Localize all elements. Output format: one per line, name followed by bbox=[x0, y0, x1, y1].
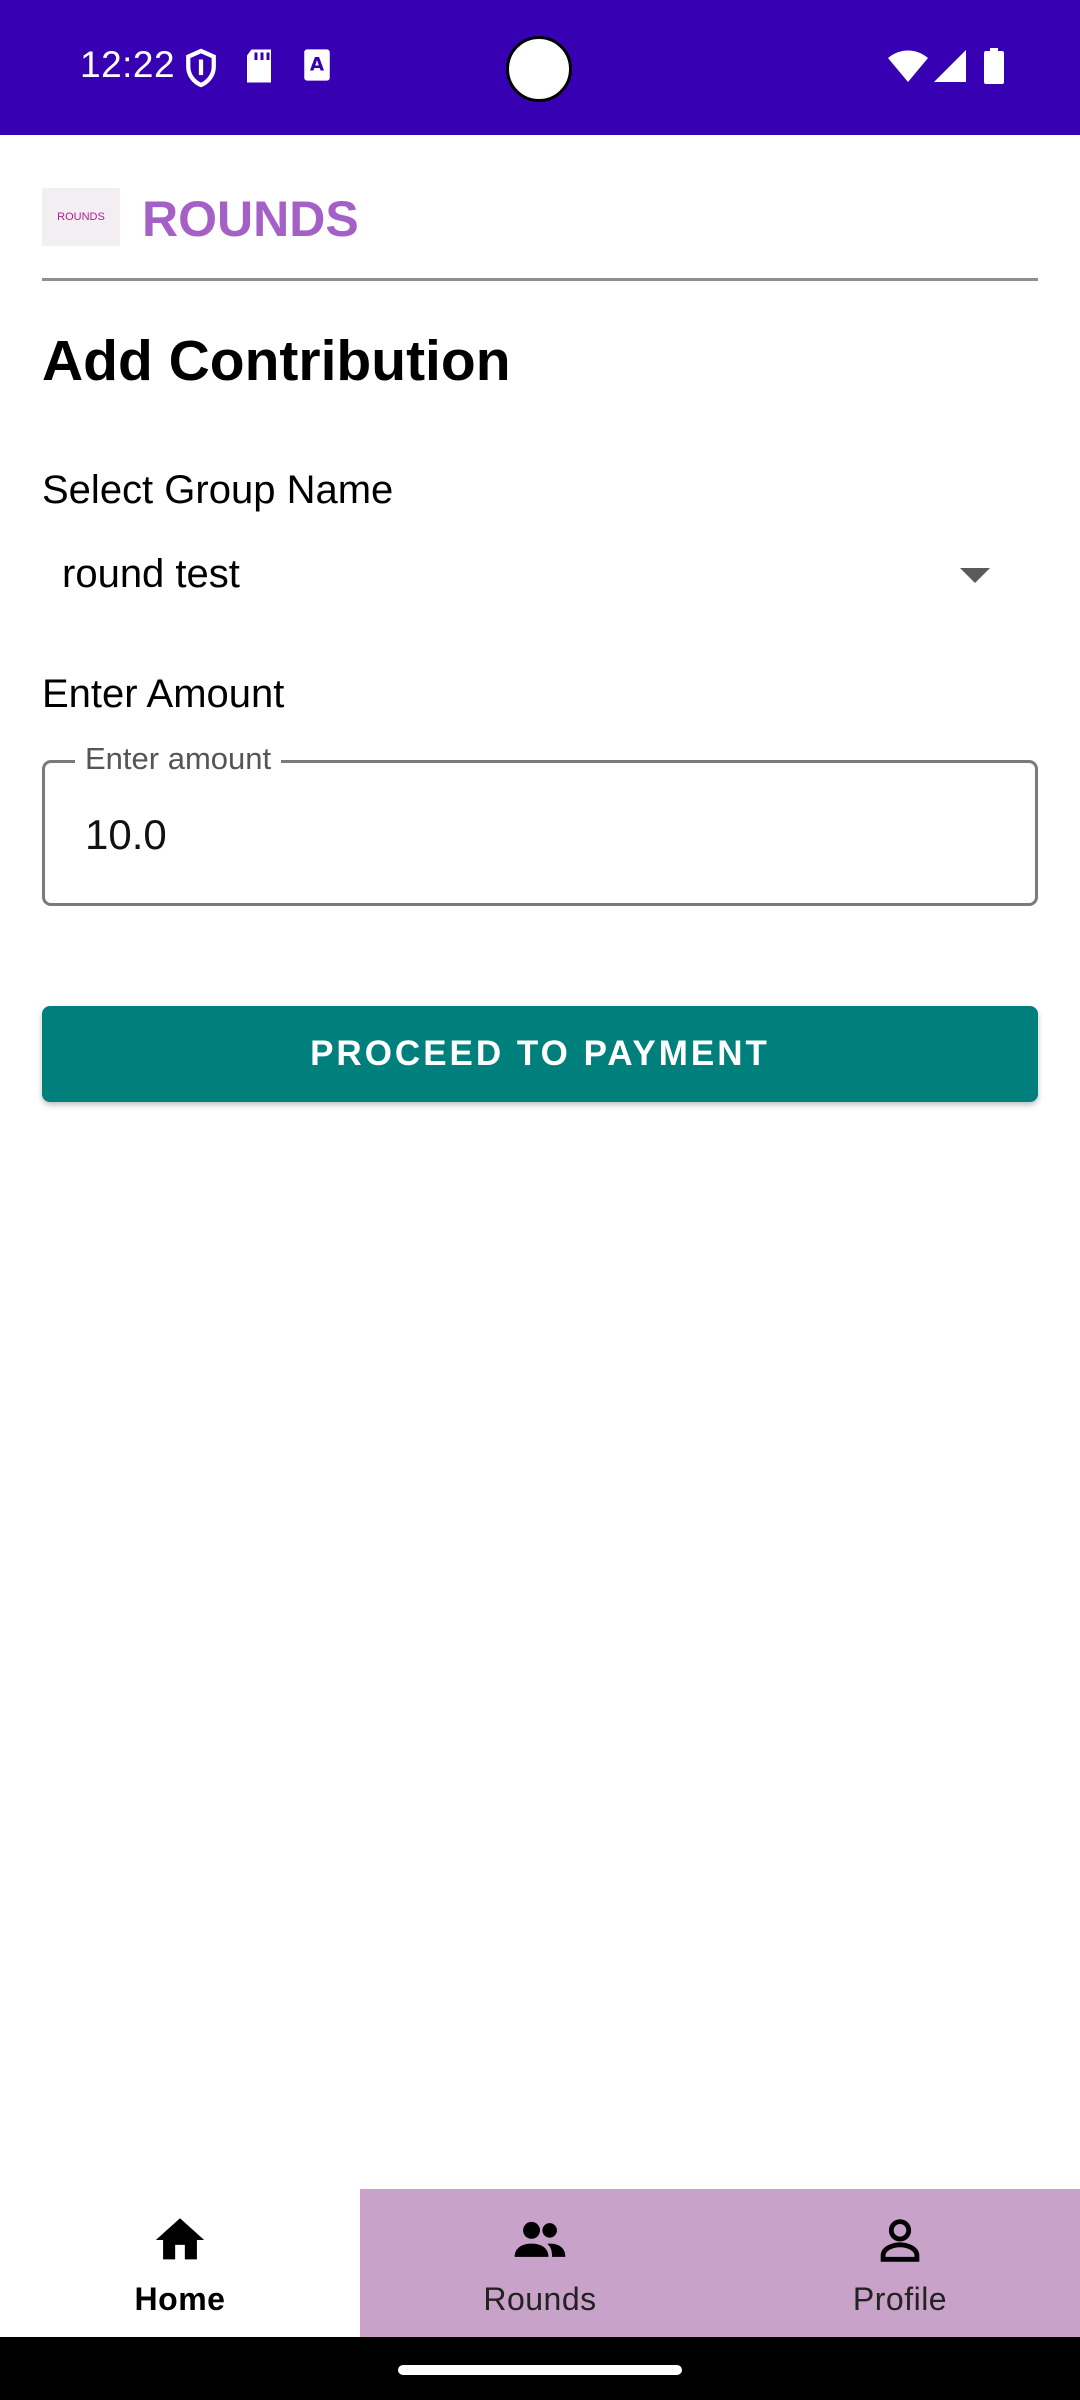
home-icon bbox=[151, 2211, 209, 2269]
bottom-navigation: Home Rounds Profile bbox=[0, 2189, 1080, 2337]
gesture-navigation-bar bbox=[0, 2337, 1080, 2400]
nav-label-profile: Profile bbox=[852, 2281, 948, 2317]
amount-value: 10.0 bbox=[85, 811, 167, 858]
app-logo: ROUNDS bbox=[42, 188, 120, 246]
home-gesture-handle[interactable] bbox=[398, 2365, 682, 2375]
keyboard-a-icon: A bbox=[302, 48, 332, 87]
dropdown-arrow-icon bbox=[960, 568, 990, 583]
proceed-button-label: PROCEED TO PAYMENT bbox=[310, 1034, 770, 1073]
page-title: Add Contribution bbox=[42, 329, 511, 393]
nav-item-profile[interactable]: Profile bbox=[720, 2189, 1080, 2337]
app-title: ROUNDS bbox=[142, 191, 359, 247]
header-divider bbox=[42, 278, 1038, 281]
camera-cutout bbox=[506, 36, 572, 102]
nav-label-home: Home bbox=[134, 2281, 226, 2317]
amount-field-label: Enter amount bbox=[75, 741, 282, 777]
nav-item-home[interactable]: Home bbox=[0, 2189, 360, 2337]
group-select-label: Select Group Name bbox=[42, 468, 394, 512]
sd-card-icon bbox=[244, 48, 274, 89]
group-icon bbox=[511, 2211, 569, 2269]
logo-text: ROUNDS bbox=[57, 211, 105, 223]
amount-input[interactable]: Enter amount 10.0 bbox=[42, 741, 1038, 906]
group-select-value: round test bbox=[62, 552, 240, 596]
wifi-icon bbox=[888, 50, 928, 87]
shield-icon bbox=[184, 48, 218, 93]
status-time: 12:22 bbox=[80, 44, 176, 85]
nav-item-rounds[interactable]: Rounds bbox=[360, 2189, 720, 2337]
proceed-to-payment-button[interactable]: PROCEED TO PAYMENT bbox=[42, 1006, 1038, 1102]
amount-label: Enter Amount bbox=[42, 672, 285, 716]
svg-text:A: A bbox=[310, 55, 325, 76]
nav-label-rounds: Rounds bbox=[483, 2281, 597, 2317]
person-icon bbox=[871, 2211, 929, 2269]
status-bar: 12:22 A bbox=[0, 0, 1080, 135]
group-select-dropdown[interactable]: round test bbox=[42, 540, 1038, 612]
signal-icon bbox=[934, 50, 966, 87]
battery-icon bbox=[984, 48, 1004, 89]
